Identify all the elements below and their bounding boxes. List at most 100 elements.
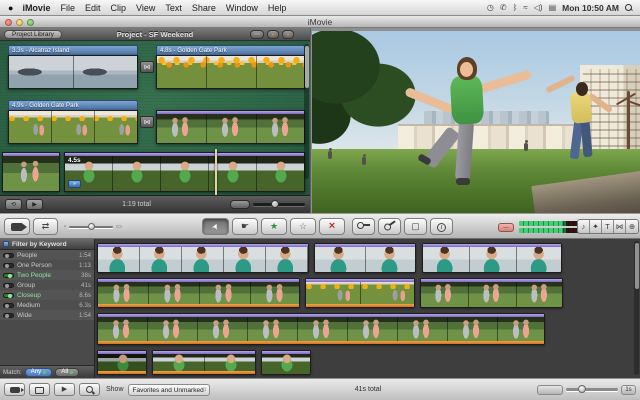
speed-badge-icon[interactable]: » — [68, 180, 81, 188]
project-clip[interactable]: 4.8s - Golden Gate Park — [156, 45, 305, 89]
event-clip-strip[interactable] — [97, 313, 545, 345]
keyword-toggle[interactable] — [3, 293, 14, 298]
frame-separators — [157, 111, 304, 143]
menu-edit[interactable]: Edit — [85, 3, 101, 13]
keyword-row-people[interactable]: People1:54 — [0, 250, 94, 260]
menu-view[interactable]: View — [136, 3, 155, 13]
keyword-toggle[interactable] — [3, 313, 14, 318]
favorite-mark — [98, 371, 146, 374]
event-zoom-button[interactable] — [537, 385, 563, 395]
slider-thumb[interactable] — [88, 223, 95, 230]
keyword-row-group[interactable]: Group41s — [0, 280, 94, 290]
frame-separators — [98, 314, 544, 344]
wifi-icon[interactable]: ≈ — [523, 3, 527, 12]
maps-browser-button[interactable]: ⊕ — [626, 220, 638, 233]
clock-icon[interactable]: ◷ — [487, 3, 494, 12]
titles-browser-button[interactable]: T — [602, 220, 614, 233]
bluetooth-icon[interactable]: ᛒ — [513, 3, 518, 12]
transition-icon[interactable]: ⋈ — [140, 116, 154, 128]
project-play-button[interactable]: ▶ — [26, 199, 43, 210]
menu-clock[interactable]: Mon 10:50 AM — [562, 3, 619, 13]
keyword-toggle[interactable] — [3, 303, 14, 308]
project-scrollbar[interactable] — [304, 44, 309, 179]
keyword-toggle[interactable] — [3, 283, 14, 288]
unmark-star-button[interactable]: ☆ — [290, 218, 316, 235]
match-all-button[interactable]: All — [55, 368, 79, 377]
fullscreen-playback-button[interactable] — [29, 383, 50, 396]
imovie-screen: ● iMovie File Edit Clip View Text Share Window H… — [0, 0, 640, 400]
keyword-row-closeup[interactable]: Closeup8.6s — [0, 290, 94, 300]
swap-events-projects-button[interactable]: ⇄ — [33, 218, 58, 235]
chat-icon[interactable]: ✆ — [500, 3, 507, 12]
menu-file[interactable]: File — [60, 3, 75, 13]
keyword-panel-icon[interactable] — [3, 241, 9, 247]
keyword-rows: People1:54One Person1:13Two People38sGro… — [0, 250, 94, 320]
transitions-browser-button[interactable]: ⋈ — [614, 220, 626, 233]
project-marker-button-2[interactable]: ● — [282, 30, 294, 39]
slider-thumb[interactable] — [578, 385, 586, 393]
menu-window[interactable]: Window — [226, 3, 258, 13]
keyword-name: Two People — [17, 272, 51, 279]
volume-icon[interactable]: ◁) — [534, 3, 543, 12]
project-clip[interactable] — [156, 110, 305, 144]
hand-tool-button[interactable]: ☛ — [232, 218, 258, 235]
project-marker-button-1[interactable]: ● — [267, 30, 279, 39]
event-clip-strip[interactable] — [305, 278, 415, 308]
inspector-info-button[interactable]: i — [430, 218, 453, 235]
keyword-row-medium[interactable]: Medium6.3s — [0, 300, 94, 310]
menu-help[interactable]: Help — [268, 3, 287, 13]
event-scrollbar[interactable] — [634, 241, 639, 375]
event-clip-strip[interactable] — [152, 350, 256, 375]
event-zoom-slider[interactable] — [566, 388, 618, 391]
project-clip[interactable]: 4.9s - Golden Gate Park — [8, 100, 138, 144]
menu-imovie[interactable]: iMovie — [22, 3, 50, 13]
event-clip-strip[interactable] — [97, 350, 147, 375]
select-tool-button[interactable]: ➤ — [202, 218, 229, 235]
keyword-row-wide[interactable]: Wide1:54 — [0, 310, 94, 320]
menu-text[interactable]: Text — [165, 3, 182, 13]
video-preview[interactable] — [312, 31, 640, 213]
match-any-button[interactable]: Any — [25, 368, 53, 377]
spotlight-icon[interactable] — [625, 4, 632, 11]
project-menu-button[interactable]: ⋯ — [250, 30, 264, 39]
photos-browser-button[interactable]: ✦ — [590, 220, 602, 233]
thumbnail-size-slider[interactable] — [69, 226, 113, 228]
apple-menu-icon[interactable]: ● — [8, 3, 13, 13]
menu-share[interactable]: Share — [192, 3, 216, 13]
keyword-toggle[interactable] — [3, 253, 14, 258]
open-camera-import-button[interactable] — [4, 383, 25, 396]
project-clip[interactable] — [2, 152, 60, 192]
event-clip-strip[interactable] — [97, 278, 300, 308]
bottom-row: Filter by Keyword People1:54One Person1:… — [0, 239, 640, 378]
event-clip-strip[interactable] — [420, 278, 563, 308]
play-event-button[interactable]: ▶ — [54, 383, 75, 396]
project-clip[interactable]: 4.5s» — [64, 152, 305, 192]
menu-clip[interactable]: Clip — [110, 3, 126, 13]
reject-button[interactable]: × — [319, 218, 345, 235]
event-clip-strip[interactable] — [314, 243, 416, 273]
keyword-row-two-people[interactable]: Two People38s — [0, 270, 94, 280]
project-loop-button[interactable]: ⟲ — [5, 199, 22, 210]
crop-button[interactable]: ▢ — [404, 218, 427, 235]
event-clip-strip[interactable] — [261, 350, 311, 375]
music-browser-button[interactable]: ♪ — [578, 220, 590, 233]
project-zoom-button[interactable] — [230, 200, 250, 209]
event-clip-strip[interactable] — [97, 243, 309, 273]
keyword-tool-button[interactable] — [352, 218, 375, 235]
project-zoom-slider[interactable] — [253, 203, 305, 206]
displays-icon[interactable]: ▤ — [549, 3, 557, 12]
camera-import-button[interactable] — [4, 218, 30, 235]
event-clip-strip[interactable] — [422, 243, 562, 273]
keyword-toggle[interactable] — [3, 273, 14, 278]
favorite-star-button[interactable]: ★ — [261, 218, 287, 235]
show-filter-dropdown[interactable]: Favorites and Unmarked↕ — [128, 384, 210, 396]
audio-skim-button[interactable]: ‒‒ — [498, 223, 514, 232]
frame-separators — [9, 111, 137, 143]
slider-thumb[interactable] — [271, 200, 279, 208]
keyword-toggle[interactable] — [3, 263, 14, 268]
project-clip[interactable]: 3.3s - Alcatraz Island — [8, 45, 138, 89]
keyword-row-one-person[interactable]: One Person1:13 — [0, 260, 94, 270]
transition-icon[interactable]: ⋈ — [140, 61, 154, 73]
auto-keyword-button[interactable] — [378, 218, 401, 235]
magnify-button[interactable] — [79, 383, 100, 396]
